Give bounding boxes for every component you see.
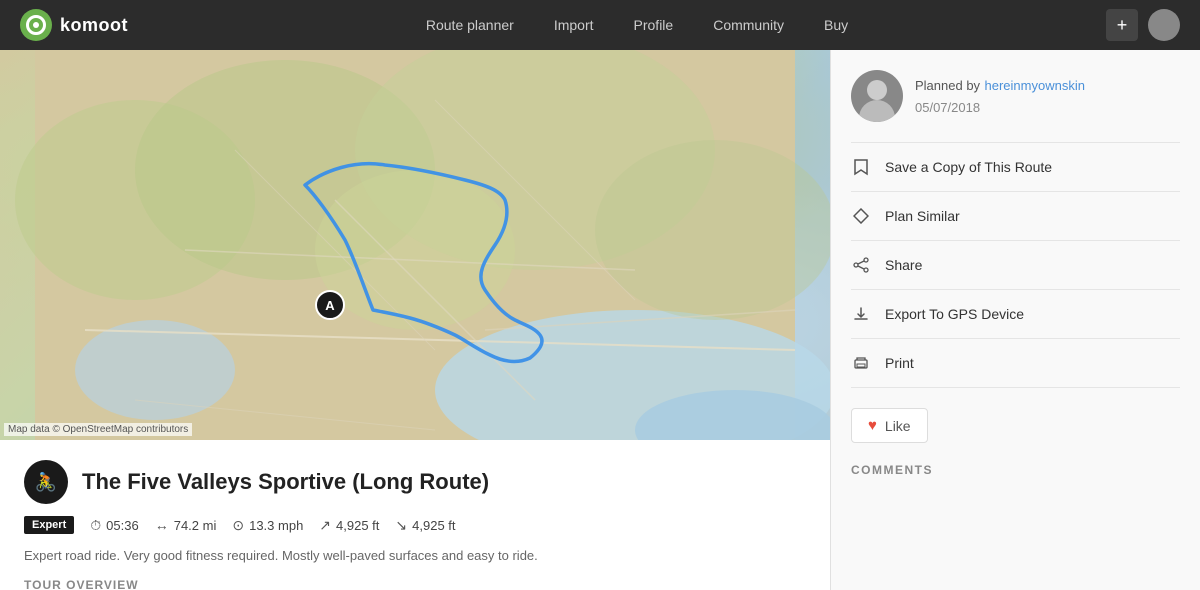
add-button[interactable]: + (1106, 9, 1138, 41)
header: komoot Route planner Import Profile Comm… (0, 0, 1200, 50)
planner-info: Planned by hereinmyownskin 05/07/2018 (915, 73, 1085, 119)
user-avatar-button[interactable] (1148, 9, 1180, 41)
difficulty-badge: Expert (24, 516, 74, 534)
action-export-gps[interactable]: Export To GPS Device (851, 290, 1180, 339)
nav-profile[interactable]: Profile (614, 0, 694, 50)
nav-community[interactable]: Community (693, 0, 804, 50)
left-content: A Map data © OpenStreetMap contributors … (0, 50, 830, 590)
komoot-logo-icon (20, 9, 52, 41)
download-icon (851, 304, 871, 324)
logo-area: komoot (20, 9, 128, 41)
map-container: A Map data © OpenStreetMap contributors (0, 50, 830, 440)
comments-section: COMMENTS (851, 463, 1180, 477)
like-label: Like (885, 418, 911, 434)
elevation-up-icon: ↗ (319, 517, 331, 534)
map-attribution: Map data © OpenStreetMap contributors (4, 423, 192, 436)
route-description: Expert road ride. Very good fitness requ… (24, 546, 806, 566)
save-copy-label: Save a Copy of This Route (885, 159, 1052, 175)
action-print[interactable]: Print (851, 339, 1180, 388)
nav-import[interactable]: Import (534, 0, 614, 50)
route-info: 🚴 The Five Valleys Sportive (Long Route)… (0, 440, 830, 590)
right-sidebar: Planned by hereinmyownskin 05/07/2018 Sa… (830, 50, 1200, 590)
print-icon (851, 353, 871, 373)
tour-overview-label: TOUR OVERVIEW (24, 578, 806, 590)
header-actions: + (1106, 9, 1180, 41)
action-save-copy[interactable]: Save a Copy of This Route (851, 142, 1180, 192)
map-marker-a: A (315, 290, 345, 320)
planner-link[interactable]: hereinmyownskin (985, 78, 1085, 93)
share-icon (851, 255, 871, 275)
heart-icon: ♥ (868, 417, 877, 434)
action-plan-similar[interactable]: Plan Similar (851, 192, 1180, 241)
planner-row: Planned by hereinmyownskin 05/07/2018 (851, 70, 1180, 122)
planner-avatar (851, 70, 903, 122)
main-layout: A Map data © OpenStreetMap contributors … (0, 50, 1200, 590)
elevation-down-icon: ↘ (395, 517, 407, 534)
action-list: Save a Copy of This Route Plan Similar (851, 142, 1180, 388)
comments-label: COMMENTS (851, 463, 1180, 477)
stat-elevation-up: ↗ 4,925 ft (319, 517, 379, 534)
logo-text: komoot (60, 15, 128, 36)
share-label: Share (885, 257, 922, 273)
nav-buy[interactable]: Buy (804, 0, 868, 50)
planned-by-label: Planned by (915, 78, 980, 93)
stat-distance: ↔ 74.2 mi (155, 517, 217, 533)
route-type-icon: 🚴 (24, 460, 68, 504)
stat-elevation-down: ↘ 4,925 ft (395, 517, 455, 534)
like-section: ♥ Like (851, 408, 1180, 443)
speed-icon: ⊙ (232, 517, 244, 534)
planner-date: 05/07/2018 (915, 98, 1085, 119)
like-button[interactable]: ♥ Like (851, 408, 928, 443)
stat-duration: ⏱ 05:36 (90, 517, 138, 534)
action-share[interactable]: Share (851, 241, 1180, 290)
diamond-icon (851, 206, 871, 226)
route-title-row: 🚴 The Five Valleys Sportive (Long Route) (24, 460, 806, 504)
route-stats: Expert ⏱ 05:36 ↔ 74.2 mi ⊙ 13.3 mph ↗ 4,… (24, 516, 806, 534)
main-nav: Route planner Import Profile Community B… (168, 0, 1106, 50)
map-background: A Map data © OpenStreetMap contributors (0, 50, 830, 440)
distance-icon: ↔ (155, 517, 169, 533)
plan-similar-label: Plan Similar (885, 208, 960, 224)
nav-route-planner[interactable]: Route planner (406, 0, 534, 50)
route-map-svg (0, 50, 830, 440)
planned-by-row: Planned by hereinmyownskin (915, 73, 1085, 99)
clock-icon: ⏱ (90, 517, 101, 534)
print-label: Print (885, 355, 914, 371)
bookmark-icon (851, 157, 871, 177)
stat-speed: ⊙ 13.3 mph (232, 517, 303, 534)
route-title: The Five Valleys Sportive (Long Route) (82, 469, 489, 495)
export-gps-label: Export To GPS Device (885, 306, 1024, 322)
